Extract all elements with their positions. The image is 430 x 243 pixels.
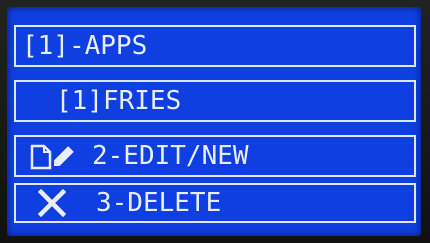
selected-app-row[interactable]: [1]FRIES (14, 80, 416, 122)
menu-title: [1]-APPS (22, 31, 148, 61)
menu-title-row: [1]-APPS (14, 25, 416, 67)
close-x-icon (38, 189, 66, 217)
menu-item-label: 2-EDIT/NEW (92, 141, 249, 171)
document-pencil-icon (30, 142, 78, 170)
menu-item-edit-new[interactable]: 2-EDIT/NEW (14, 135, 416, 177)
lcd-screen: [1]-APPS [1]FRIES 2-EDIT/NEW 3-DELETE (7, 7, 421, 236)
selected-app-label: [1]FRIES (56, 86, 182, 116)
menu-item-label: 3-DELETE (96, 188, 222, 218)
menu-item-delete[interactable]: 3-DELETE (14, 183, 416, 223)
